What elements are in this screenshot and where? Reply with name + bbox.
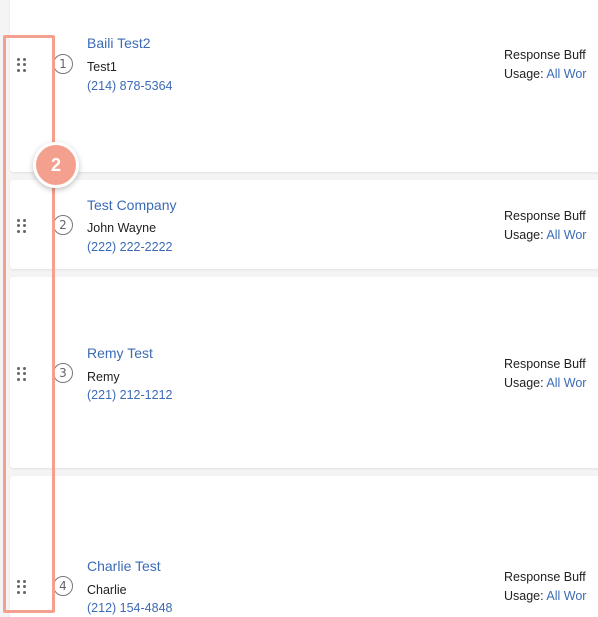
company-link[interactable]: Test Company	[87, 197, 176, 213]
usage-row: Usage: All Wor	[504, 228, 586, 242]
usage-label: Usage:	[504, 67, 544, 81]
usage-value-link[interactable]: All Wor	[546, 589, 586, 603]
contact-priority-list: 1 Baili Test2 Test1 (214) 878-5364 Respo…	[0, 0, 598, 617]
order-number-badge: 4	[53, 576, 73, 596]
contact-name: Remy	[87, 370, 120, 384]
company-link[interactable]: Baili Test2	[87, 35, 151, 51]
usage-label: Usage:	[504, 376, 544, 390]
company-link[interactable]: Remy Test	[87, 345, 153, 361]
phone-link[interactable]: (212) 154-4848	[87, 601, 172, 615]
usage-label: Usage:	[504, 589, 544, 603]
response-buffer-label: Response Buff	[504, 570, 586, 584]
contact-name: Test1	[87, 60, 117, 74]
phone-link[interactable]: (214) 878-5364	[87, 79, 172, 93]
phone-link[interactable]: (222) 222-2222	[87, 240, 172, 254]
usage-value-link[interactable]: All Wor	[546, 376, 586, 390]
phone-link[interactable]: (221) 212-1212	[87, 388, 172, 402]
order-number-badge: 3	[53, 363, 73, 383]
order-number-badge: 2	[53, 215, 73, 235]
response-buffer-label: Response Buff	[504, 48, 586, 62]
step-number-badge: 2	[33, 142, 79, 188]
response-buffer-label: Response Buff	[504, 209, 586, 223]
usage-row: Usage: All Wor	[504, 589, 586, 603]
usage-value-link[interactable]: All Wor	[546, 228, 586, 242]
usage-row: Usage: All Wor	[504, 67, 586, 81]
usage-row: Usage: All Wor	[504, 376, 586, 390]
usage-label: Usage:	[504, 228, 544, 242]
response-buffer-label: Response Buff	[504, 357, 586, 371]
company-link[interactable]: Charlie Test	[87, 558, 161, 574]
usage-value-link[interactable]: All Wor	[546, 67, 586, 81]
contact-name: Charlie	[87, 583, 127, 597]
contact-name: John Wayne	[87, 221, 157, 235]
drag-handles-highlight	[3, 35, 55, 613]
order-number-badge: 1	[53, 54, 73, 74]
